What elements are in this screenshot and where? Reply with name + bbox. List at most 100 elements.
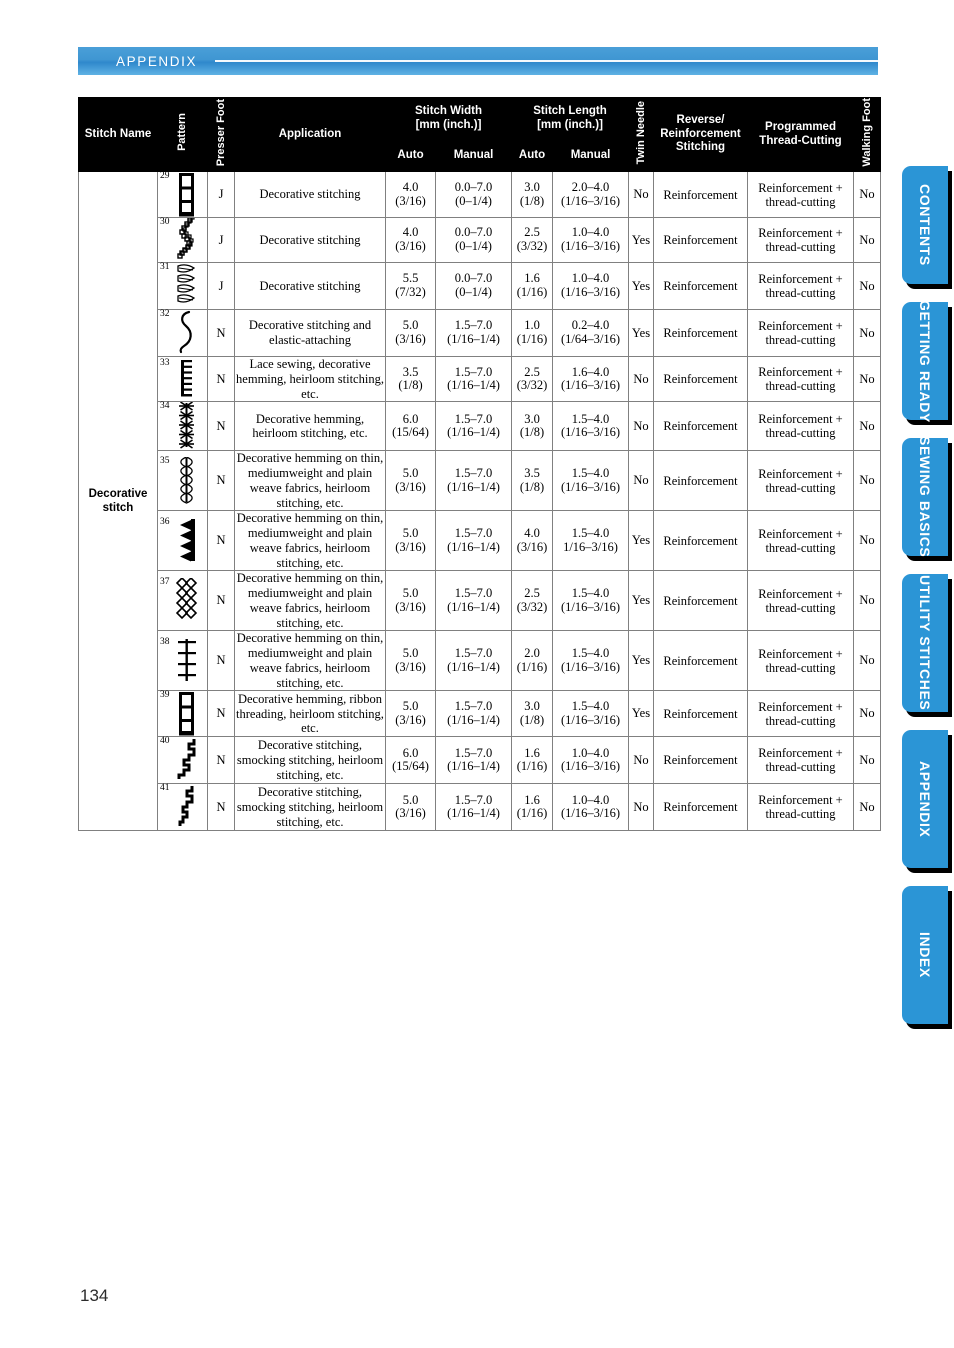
twin-needle-value: Yes — [628, 217, 654, 264]
programmed-value-line2: thread-cutting — [765, 600, 836, 615]
programmed-value-line1: Reinforcement + — [758, 793, 843, 808]
application-text: Decorative hemming, heirloom stitching, … — [234, 401, 386, 452]
pattern-box: 37 — [158, 577, 205, 624]
pattern-number: 36 — [160, 516, 170, 527]
reverse-reinforcement-value: Reinforcement — [653, 217, 748, 264]
side-tab-sewing-basics[interactable]: SEWING BASICS — [902, 436, 948, 558]
pattern-number: 38 — [160, 636, 170, 647]
application-text: Lace sewing, decorative hemming, heirloo… — [234, 356, 386, 403]
width-auto-inch: (15/64) — [392, 425, 429, 440]
side-tab-label: CONTENTS — [917, 184, 933, 266]
side-tab-utility-stitches[interactable]: UTILITY STITCHES — [902, 574, 948, 712]
length-manual-inch: (1/16–3/16) — [560, 378, 621, 393]
section-tab-strip: CONTENTS GETTING READY SEWING BASICS UTILIT… — [898, 166, 954, 1042]
stitch-width-auto: 5.0 (3/16) — [385, 690, 436, 738]
stitch-pattern-cell: 30 — [157, 217, 208, 264]
width-manual-inch: (1/16–1/4) — [447, 599, 500, 614]
stitch-length-line2: [mm (inch.)] — [537, 118, 603, 131]
programmed-value-line2: thread-cutting — [765, 379, 836, 394]
side-tab-contents[interactable]: CONTENTS — [902, 166, 948, 284]
presser-foot-value: J — [207, 262, 235, 311]
width-manual-inch: (1/16–1/4) — [447, 539, 500, 554]
width-auto-mm: 5.0 — [402, 792, 419, 807]
length-manual-mm: 1.0–4.0 — [571, 225, 610, 240]
stitch-pattern-art — [176, 264, 195, 303]
pattern-box: 29 — [158, 172, 205, 217]
length-auto-mm: 3.0 — [524, 699, 540, 714]
stitch-pattern-cell: 34 — [157, 401, 208, 452]
column-header-programmed-thread-cutting: Programmed Thread-Cutting — [747, 96, 854, 173]
header-row-primary: Stitch Name Pattern Presser Foot Applica… — [78, 96, 881, 173]
width-auto-inch: (15/64) — [392, 759, 429, 774]
side-tab-getting-ready[interactable]: GETTING READY — [902, 299, 948, 423]
table-row: 38 N Decorative hemming on thin, mediumwei… — [79, 630, 881, 692]
stitch-pattern-art — [176, 218, 195, 259]
side-tab-index[interactable]: INDEX — [902, 886, 948, 1024]
width-manual-inch: (0–1/4) — [455, 239, 492, 254]
stitch-pattern-cell: 39 — [157, 690, 208, 738]
presser-foot-value: N — [207, 401, 235, 452]
programmed-thread-cutting-value: Reinforcement + thread-cutting — [747, 783, 854, 832]
stitch-length-auto: 3.0 (1/8) — [511, 171, 553, 219]
width-auto-mm: 5.0 — [402, 646, 419, 661]
stitch-width-auto: 5.0 (3/16) — [385, 510, 436, 572]
programmed-value-line1: Reinforcement + — [758, 646, 843, 661]
stitch-width-manual: 0.0–7.0 (0–1/4) — [435, 171, 512, 219]
length-auto-mm: 3.5 — [524, 466, 540, 481]
reverse-line2: Reinforcement — [660, 127, 741, 140]
application-text: Decorative stitching and elastic-attachi… — [234, 309, 386, 358]
length-manual-mm: 1.0–4.0 — [571, 271, 610, 286]
presser-foot-value: N — [207, 570, 235, 632]
reverse-reinforcement-value: Reinforcement — [653, 736, 748, 785]
side-tab-label: GETTING READY — [917, 299, 933, 423]
stitch-length-auto: 1.0 (1/16) — [511, 309, 553, 358]
twin-needle-value: Yes — [628, 510, 654, 572]
stitch-length-manual: 0.2–4.0 (1/64–3/16) — [552, 309, 629, 358]
stitch-width-auto: 5.0 (3/16) — [385, 630, 436, 692]
presser-foot-value: J — [207, 217, 235, 264]
length-auto-inch: (1/16) — [516, 806, 548, 821]
programmed-value-line1: Reinforcement + — [758, 746, 843, 761]
length-manual-mm: 1.5–4.0 — [571, 526, 610, 541]
width-manual-inch: (1/16–1/4) — [447, 659, 500, 674]
twin-needle-value: No — [628, 450, 654, 512]
stitch-pattern-art — [178, 173, 194, 217]
table-row: 33 N Lace sewing, decorative hemming, heir… — [79, 356, 881, 403]
stitch-pattern-cell: 33 — [157, 356, 208, 403]
stitch-width-auto: 6.0 (15/64) — [385, 736, 436, 785]
width-auto-mm: 5.0 — [402, 466, 419, 481]
width-auto-mm: 5.0 — [402, 318, 419, 333]
stitch-pattern-cell: 29 — [157, 171, 208, 219]
stitch-width-auto: 5.0 (3/16) — [385, 309, 436, 358]
pattern-number: 31 — [160, 262, 170, 273]
programmed-thread-cutting-value: Reinforcement + thread-cutting — [747, 450, 854, 512]
side-tab-label: APPENDIX — [917, 760, 933, 838]
reverse-reinforcement-value: Reinforcement — [653, 171, 748, 219]
programmed-thread-cutting-value: Reinforcement + thread-cutting — [747, 309, 854, 358]
width-manual-mm: 1.5–7.0 — [454, 411, 493, 426]
length-auto-mm: 2.5 — [524, 364, 540, 379]
stitch-length-auto: 4.0 (3/16) — [511, 510, 553, 572]
page-number: 134 — [80, 1286, 109, 1305]
column-header-width-manual: Manual — [435, 139, 512, 173]
programmed-value-line2: thread-cutting — [765, 540, 836, 555]
stitch-pattern-cell: 37 — [157, 570, 208, 632]
stitch-length-manual: 1.6–4.0 (1/16–3/16) — [552, 356, 629, 403]
walking-foot-value: No — [853, 630, 881, 692]
length-manual-inch: (1/16–3/16) — [560, 759, 621, 774]
programmed-value-line2: thread-cutting — [765, 713, 836, 728]
width-manual-mm: 0.0–7.0 — [454, 179, 493, 194]
pattern-box: 30 — [158, 218, 205, 262]
length-auto-mm: 1.6 — [524, 745, 540, 760]
section-label: APPENDIX — [116, 53, 198, 69]
length-auto-mm: 2.5 — [524, 225, 540, 240]
pattern-box: 33 — [158, 359, 205, 399]
side-tab-appendix[interactable]: APPENDIX — [902, 730, 948, 868]
stitch-width-manual: 1.5–7.0 (1/16–1/4) — [435, 736, 512, 785]
application-text: Decorative hemming on thin, mediumweight… — [234, 630, 386, 692]
pattern-box: 35 — [158, 456, 205, 505]
presser-foot-value: N — [207, 630, 235, 692]
stitch-length-auto: 2.5 (3/32) — [511, 217, 553, 264]
length-auto-inch: (1/8) — [519, 193, 545, 208]
stitch-length-manual: 1.5–4.0 (1/16–3/16) — [552, 630, 629, 692]
